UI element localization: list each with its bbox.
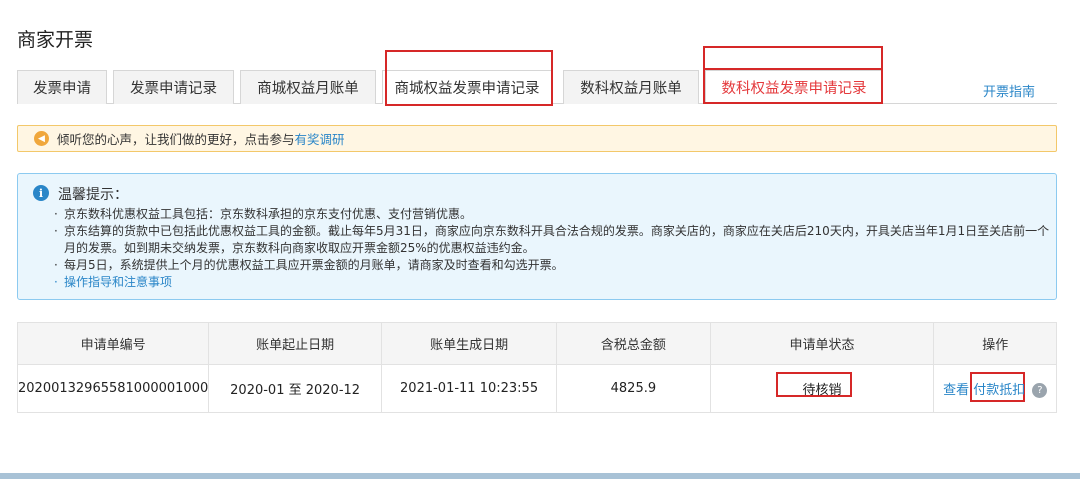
- col-header-amount: 含税总金额: [556, 322, 711, 365]
- tip-item: 每月5日，系统提供上个月的优惠权益工具应开票金额的月账单，请商家及时查看和勾选开…: [54, 257, 1054, 274]
- tip-item: 京东数科优惠权益工具包括：京东数科承担的京东支付优惠、支付营销优惠。: [54, 206, 1054, 223]
- cell-amount: 4825.9: [556, 364, 711, 413]
- highlight-box: [703, 46, 883, 104]
- table-header-row: 申请单编号 账单起止日期 账单生成日期 含税总金额 申请单状态 操作: [16, 322, 1057, 365]
- tips-panel: i 温馨提示： 京东数科优惠权益工具包括：京东数科承担的京东支付优惠、支付营销优…: [17, 173, 1057, 300]
- cell-period: 2020-01 至 2020-12: [208, 364, 382, 413]
- tab-mall-monthly-bill[interactable]: 商城权益月账单: [240, 70, 376, 104]
- tab-fintech-monthly-bill[interactable]: 数科权益月账单: [563, 70, 699, 104]
- tip-item: 京东结算的货款中已包括此优惠权益工具的金额。截止每年5月31日，商家应向京东数科…: [54, 223, 1054, 257]
- invoice-guide-link[interactable]: 开票指南: [983, 81, 1035, 100]
- notice-text: 倾听您的心声，让我们做的更好，点击参与: [57, 132, 295, 147]
- tab-invoice-records[interactable]: 发票申请记录: [113, 70, 234, 104]
- cell-created: 2021-01-11 10:23:55: [380, 364, 558, 413]
- col-header-created: 账单生成日期: [380, 322, 558, 365]
- survey-notice: ◀ 倾听您的心声，让我们做的更好，点击参与 有奖调研: [17, 125, 1057, 152]
- speaker-icon: ◀: [34, 131, 49, 146]
- highlight-line: [703, 68, 883, 70]
- payment-deduction-link[interactable]: 付款抵扣: [973, 383, 1025, 398]
- records-table: 申请单编号 账单起止日期 账单生成日期 含税总金额 申请单状态 操作 20200…: [16, 322, 1057, 413]
- col-header-id: 申请单编号: [16, 322, 210, 365]
- col-header-actions: 操作: [933, 322, 1057, 365]
- info-icon: i: [33, 185, 49, 201]
- col-header-period: 账单起止日期: [208, 322, 382, 365]
- survey-link[interactable]: 有奖调研: [295, 129, 345, 148]
- cell-id: 20200132965581000001000: [16, 364, 210, 413]
- operation-guide-link[interactable]: 操作指导和注意事项: [54, 274, 1054, 291]
- tab-invoice-apply[interactable]: 发票申请: [17, 70, 107, 104]
- cell-status: 待核销: [709, 364, 935, 413]
- tips-title: 温馨提示：: [58, 187, 128, 203]
- highlight-box: [385, 50, 553, 106]
- view-link[interactable]: 查看: [943, 383, 969, 398]
- bottom-scrollbar: [0, 473, 1080, 479]
- cell-actions: 查看 付款抵扣 ?: [933, 364, 1057, 413]
- page-title: 商家开票: [17, 29, 94, 51]
- help-icon[interactable]: ?: [1032, 383, 1048, 398]
- table-row: 20200132965581000001000 2020-01 至 2020-1…: [16, 364, 1057, 413]
- col-header-status: 申请单状态: [709, 322, 935, 365]
- tips-list: 京东数科优惠权益工具包括：京东数科承担的京东支付优惠、支付营销优惠。 京东结算的…: [54, 206, 1054, 291]
